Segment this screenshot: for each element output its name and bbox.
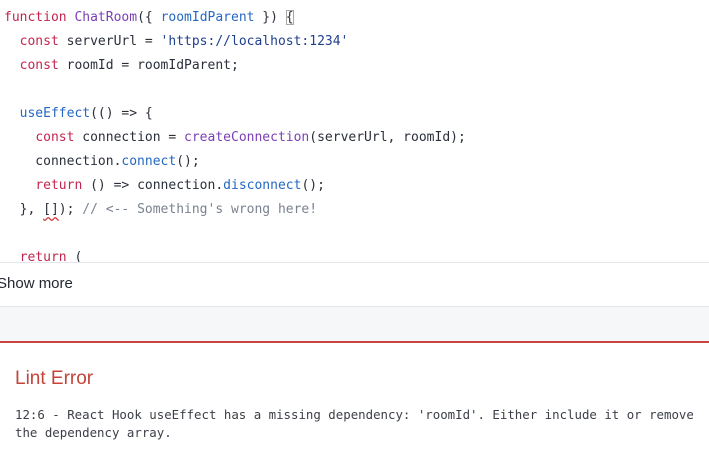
code-token: connection =	[74, 130, 185, 145]
code-token: })	[254, 10, 286, 25]
code-line: return (	[4, 246, 83, 262]
code-token: serverUrl =	[58, 34, 161, 49]
lint-error-title: Lint Error	[15, 368, 94, 389]
show-more-button[interactable]: Show more	[0, 262, 709, 307]
code-line: const roomId = roomIdParent;	[4, 54, 239, 78]
code-token: (() => {	[90, 106, 153, 121]
code-token: const	[35, 130, 75, 145]
code-token: createConnection	[184, 130, 310, 145]
lint-error-panel: Lint Error 12:6 - React Hook useEffect h…	[0, 341, 709, 454]
code-token: // <-- Something's wrong here!	[82, 202, 318, 217]
code-line: const serverUrl = 'https://localhost:123…	[4, 30, 349, 54]
code-token: const	[19, 34, 59, 49]
code-token: ();	[301, 178, 325, 193]
section-divider	[0, 307, 709, 341]
code-token: connect	[121, 154, 177, 169]
show-more-label: Show more	[0, 275, 73, 292]
code-token: function	[4, 10, 67, 25]
code-line: }, []); // <-- Something's wrong here!	[4, 198, 317, 222]
code-token: ();	[176, 154, 200, 169]
code-line: connection.connect();	[4, 150, 200, 174]
code-line: const connection = createConnection(serv…	[4, 126, 466, 150]
code-token: ChatRoom	[74, 10, 138, 25]
code-editor[interactable]: function ChatRoom({ roomIdParent }) { co…	[0, 0, 709, 262]
code-token: roomIdParent	[160, 10, 255, 25]
code-line: return () => connection.disconnect();	[4, 174, 325, 198]
code-token: roomId = roomIdParent;	[58, 58, 239, 73]
code-token: ({	[137, 10, 161, 25]
code-token: useEffect	[19, 106, 91, 121]
code-token: );	[58, 202, 83, 217]
lint-error-message: 12:6 - React Hook useEffect has a missin…	[15, 407, 702, 440]
code-token: return	[19, 250, 67, 262]
code-token: (	[66, 250, 83, 262]
code-token: (serverUrl, roomId);	[309, 130, 466, 145]
code-line: function ChatRoom({ roomIdParent }) {	[4, 6, 294, 30]
code-line: useEffect(() => {	[4, 102, 153, 126]
code-token: const	[19, 58, 59, 73]
code-token: },	[4, 202, 44, 217]
code-token: []	[43, 202, 59, 217]
code-token: () => connection.	[82, 178, 224, 193]
code-token: disconnect	[223, 178, 302, 193]
code-token: 'https://localhost:1234'	[160, 34, 349, 49]
code-token: return	[35, 178, 83, 193]
code-token: connection.	[4, 154, 122, 169]
code-token: {	[285, 10, 294, 25]
